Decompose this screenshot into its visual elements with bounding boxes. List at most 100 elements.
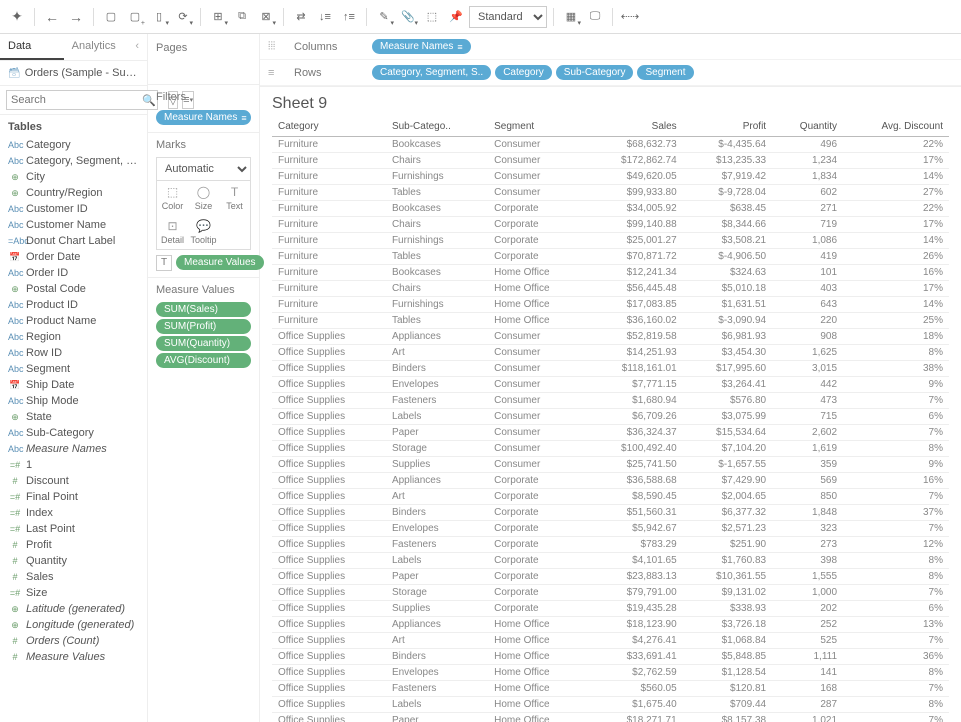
field-item[interactable]: AbcRegion	[0, 329, 147, 345]
table-row[interactable]: Office SuppliesSuppliesCorporate$19,435.…	[272, 601, 949, 617]
save-icon[interactable]: ▢	[100, 6, 122, 28]
sort-asc-icon[interactable]: ↓≡	[314, 6, 336, 28]
field-item[interactable]: AbcProduct Name	[0, 313, 147, 329]
new-sheet-icon[interactable]: ⊞▾	[207, 6, 229, 28]
table-row[interactable]: Office SuppliesStorageCorporate$79,791.0…	[272, 585, 949, 601]
filter-pill-measure-names[interactable]: Measure Names≡	[156, 110, 251, 125]
field-item[interactable]: AbcShip Mode	[0, 393, 147, 409]
field-item[interactable]: #Sales	[0, 569, 147, 585]
field-item[interactable]: AbcSub-Category	[0, 425, 147, 441]
marks-size-button[interactable]: ◯Size	[188, 181, 219, 215]
table-row[interactable]: Office SuppliesBindersConsumer$118,161.0…	[272, 361, 949, 377]
field-item[interactable]: AbcRow ID	[0, 345, 147, 361]
table-row[interactable]: Office SuppliesArtHome Office$4,276.41$1…	[272, 633, 949, 649]
search-input[interactable]	[6, 90, 158, 110]
column-header[interactable]: Category	[272, 117, 386, 137]
marks-detail-button[interactable]: ⊡Detail	[157, 215, 188, 249]
field-item[interactable]: 📅Ship Date	[0, 377, 147, 393]
field-item[interactable]: ⊕Longitude (generated)	[0, 617, 147, 633]
table-row[interactable]: FurnitureTablesConsumer$99,933.80$-9,728…	[272, 185, 949, 201]
field-item[interactable]: AbcCustomer Name	[0, 217, 147, 233]
tab-data[interactable]: Data	[0, 34, 64, 60]
field-item[interactable]: AbcCategory	[0, 137, 147, 153]
share-icon[interactable]: ⇠⇢	[619, 6, 641, 28]
measure-value-pill[interactable]: SUM(Profit)	[156, 319, 251, 334]
pause-icon[interactable]: ▯▾	[148, 6, 170, 28]
forward-button[interactable]: →	[65, 6, 87, 28]
highlight-icon[interactable]: ✎▾	[373, 6, 395, 28]
marks-text-button[interactable]: TText	[219, 181, 250, 215]
show-me-icon[interactable]: ▦▾	[560, 6, 582, 28]
column-header[interactable]: Segment	[488, 117, 585, 137]
table-row[interactable]: Office SuppliesArtConsumer$14,251.93$3,4…	[272, 345, 949, 361]
table-row[interactable]: FurnitureFurnishingsCorporate$25,001.27$…	[272, 233, 949, 249]
table-row[interactable]: Office SuppliesLabelsHome Office$1,675.4…	[272, 697, 949, 713]
field-item[interactable]: 📅Order Date	[0, 249, 147, 265]
field-item[interactable]: ⊕State	[0, 409, 147, 425]
datasource-row[interactable]: 🗃 Orders (Sample - Supe...	[0, 61, 147, 86]
table-row[interactable]: Office SuppliesAppliancesCorporate$36,58…	[272, 473, 949, 489]
marks-type-dropdown[interactable]: Automatic	[157, 158, 250, 181]
field-item[interactable]: #Quantity	[0, 553, 147, 569]
field-item[interactable]: AbcSegment	[0, 361, 147, 377]
table-row[interactable]: FurnitureTablesCorporate$70,871.72$-4,90…	[272, 249, 949, 265]
table-row[interactable]: Office SuppliesPaperHome Office$18,271.7…	[272, 713, 949, 722]
tableau-logo-icon[interactable]: ✦	[6, 6, 28, 28]
table-row[interactable]: Office SuppliesEnvelopesCorporate$5,942.…	[272, 521, 949, 537]
column-header[interactable]: Sales	[585, 117, 682, 137]
table-row[interactable]: Office SuppliesBindersCorporate$51,560.3…	[272, 505, 949, 521]
measure-value-pill[interactable]: AVG(Discount)	[156, 353, 251, 368]
field-item[interactable]: AbcMeasure Names	[0, 441, 147, 457]
table-row[interactable]: Office SuppliesLabelsCorporate$4,101.65$…	[272, 553, 949, 569]
attach-icon[interactable]: 📎▾	[397, 6, 419, 28]
row-pill[interactable]: Category	[495, 65, 552, 80]
table-row[interactable]: FurnitureFurnishingsHome Office$17,083.8…	[272, 297, 949, 313]
refresh-icon[interactable]: ⟳▾	[172, 6, 194, 28]
table-row[interactable]: Office SuppliesFastenersHome Office$560.…	[272, 681, 949, 697]
data-table[interactable]: CategorySub-Catego..SegmentSalesProfitQu…	[260, 117, 961, 722]
table-row[interactable]: Office SuppliesSuppliesConsumer$25,741.5…	[272, 457, 949, 473]
table-row[interactable]: Office SuppliesFastenersConsumer$1,680.9…	[272, 393, 949, 409]
field-item[interactable]: =#Last Point	[0, 521, 147, 537]
tab-analytics[interactable]: Analytics	[64, 34, 128, 60]
table-row[interactable]: Office SuppliesPaperCorporate$23,883.13$…	[272, 569, 949, 585]
duplicate-icon[interactable]: ⧉	[231, 6, 253, 28]
field-item[interactable]: AbcCustomer ID	[0, 201, 147, 217]
marks-color-button[interactable]: ⬚Color	[157, 181, 188, 215]
column-header[interactable]: Quantity	[772, 117, 843, 137]
field-item[interactable]: AbcOrder ID	[0, 265, 147, 281]
table-row[interactable]: Office SuppliesPaperConsumer$36,324.37$1…	[272, 425, 949, 441]
measure-value-pill[interactable]: SUM(Quantity)	[156, 336, 251, 351]
row-pill[interactable]: Category, Segment, S..	[372, 65, 491, 80]
fit-dropdown[interactable]: Standard	[469, 6, 547, 28]
column-header[interactable]: Sub-Catego..	[386, 117, 488, 137]
table-row[interactable]: FurnitureBookcasesConsumer$68,632.73$-4,…	[272, 137, 949, 153]
table-row[interactable]: Office SuppliesBindersHome Office$33,691…	[272, 649, 949, 665]
field-item[interactable]: =#Index	[0, 505, 147, 521]
table-row[interactable]: Office SuppliesAppliancesConsumer$52,819…	[272, 329, 949, 345]
table-row[interactable]: Office SuppliesEnvelopesConsumer$7,771.1…	[272, 377, 949, 393]
field-item[interactable]: =#Size	[0, 585, 147, 601]
table-row[interactable]: FurnitureChairsHome Office$56,445.48$5,0…	[272, 281, 949, 297]
field-item[interactable]: #Profit	[0, 537, 147, 553]
field-item[interactable]: =#1	[0, 457, 147, 473]
table-row[interactable]: Office SuppliesStorageConsumer$100,492.4…	[272, 441, 949, 457]
new-datasource-icon[interactable]: ▢+	[124, 6, 146, 28]
table-row[interactable]: Office SuppliesAppliancesHome Office$18,…	[272, 617, 949, 633]
field-item[interactable]: #Orders (Count)	[0, 633, 147, 649]
field-item[interactable]: =AbcDonut Chart Label	[0, 233, 147, 249]
field-item[interactable]: ⊕Latitude (generated)	[0, 601, 147, 617]
panel-menu-icon[interactable]: ‹	[127, 34, 147, 60]
column-header[interactable]: Profit	[683, 117, 772, 137]
table-row[interactable]: FurnitureFurnishingsConsumer$49,620.05$7…	[272, 169, 949, 185]
field-item[interactable]: AbcCategory, Segment, Sub...	[0, 153, 147, 169]
field-item[interactable]: #Measure Values	[0, 649, 147, 665]
column-pill[interactable]: Measure Names≡	[372, 39, 471, 54]
table-row[interactable]: Office SuppliesEnvelopesHome Office$2,76…	[272, 665, 949, 681]
field-item[interactable]: #Discount	[0, 473, 147, 489]
table-row[interactable]: FurnitureChairsConsumer$172,862.74$13,23…	[272, 153, 949, 169]
sheet-title[interactable]: Sheet 9	[260, 87, 961, 117]
row-pill[interactable]: Segment	[637, 65, 693, 80]
field-item[interactable]: =#Final Point	[0, 489, 147, 505]
marks-pill-measure-values[interactable]: Measure Values	[176, 255, 264, 270]
